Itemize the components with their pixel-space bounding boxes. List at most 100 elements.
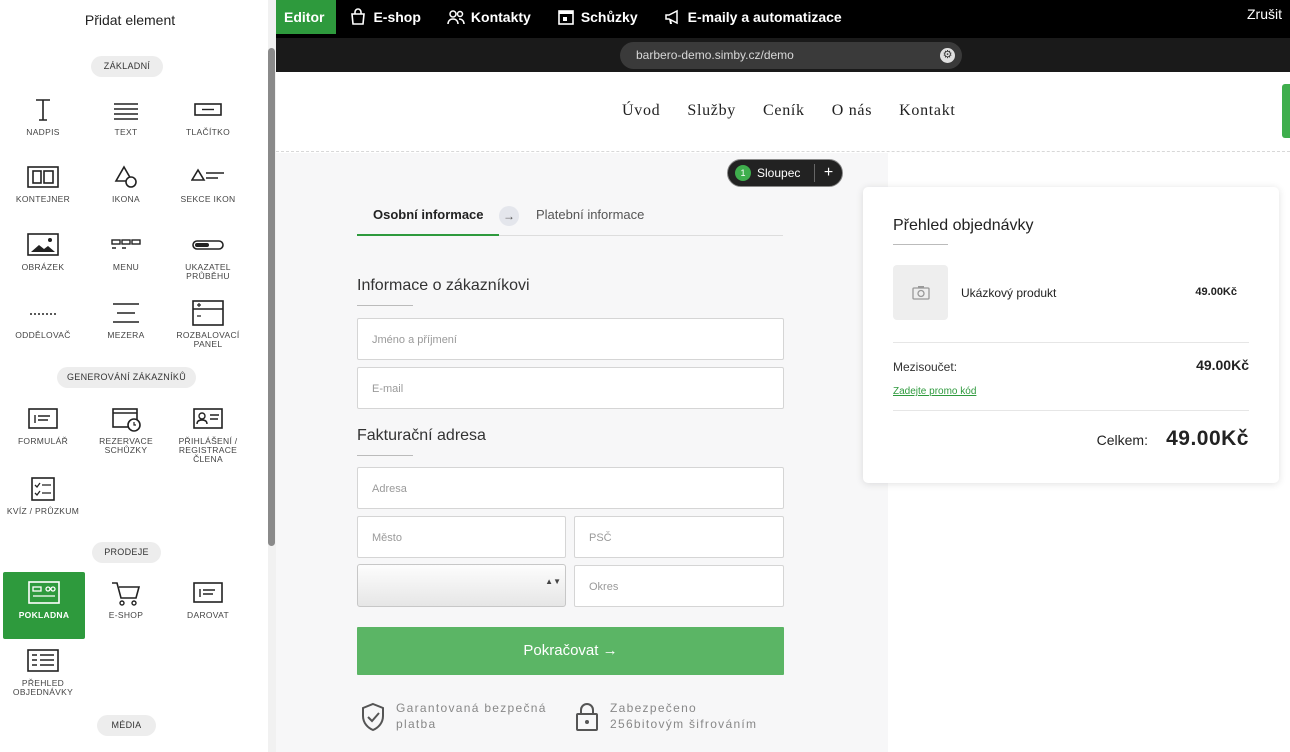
nav-link-contact[interactable]: Kontakt bbox=[899, 102, 955, 120]
shopping-cart-icon bbox=[112, 582, 141, 606]
element-label: KONTEJNER bbox=[15, 194, 71, 204]
column-number-badge: 1 bbox=[735, 165, 751, 181]
tab-contacts-label: Kontakty bbox=[470, 9, 531, 25]
booking-calendar-icon bbox=[112, 408, 141, 432]
step-personal-info[interactable]: Osobní informace bbox=[357, 204, 499, 236]
calendar-icon bbox=[558, 10, 574, 25]
url-bar: barbero-demo.simby.cz/demo ⚙ bbox=[268, 38, 1290, 72]
url-text: barbero-demo.simby.cz/demo bbox=[636, 48, 794, 62]
element-quiz[interactable]: KVÍZ / PRŮZKUM bbox=[2, 475, 84, 516]
element-button[interactable]: TLAČÍTKO bbox=[167, 96, 249, 137]
nav-link-services[interactable]: Služby bbox=[687, 102, 736, 120]
encryption-line1: Zabezpečeno bbox=[610, 701, 698, 715]
heading-icon bbox=[36, 99, 50, 121]
arrow-right-icon: → bbox=[499, 206, 519, 226]
address-field[interactable]: Adresa bbox=[357, 467, 784, 509]
product-price: 49.00Kč bbox=[1195, 286, 1237, 298]
element-label: ROZBALOVACÍ PANEL bbox=[176, 330, 240, 349]
name-field[interactable]: Jméno a příjmení bbox=[357, 318, 784, 360]
tab-editor-label: Editor bbox=[284, 9, 325, 25]
element-form[interactable]: FORMULÁŘ bbox=[2, 405, 84, 446]
element-icon[interactable]: IKONA bbox=[85, 163, 167, 204]
contacts-icon bbox=[447, 10, 465, 25]
tab-editor[interactable]: Editor bbox=[268, 0, 337, 34]
element-menu[interactable]: MENU bbox=[85, 231, 167, 272]
side-handle[interactable] bbox=[1282, 84, 1290, 138]
add-column-button[interactable]: + bbox=[814, 164, 842, 182]
accordion-icon bbox=[192, 300, 224, 326]
element-checkout[interactable]: POKLADNA bbox=[3, 572, 85, 639]
container-icon bbox=[27, 166, 59, 188]
element-progress-bar[interactable]: UKAZATEL PRŮBĚHU bbox=[167, 231, 249, 281]
tab-contacts[interactable]: Kontakty bbox=[434, 0, 544, 34]
column-pill[interactable]: 1 Sloupec + bbox=[727, 159, 843, 187]
element-container[interactable]: KONTEJNER bbox=[2, 163, 84, 204]
nav-link-home[interactable]: Úvod bbox=[622, 102, 660, 120]
tab-emails[interactable]: E-maily a automatizace bbox=[651, 0, 855, 34]
site-preview: Úvod Služby Ceník O nás Kontakt 1 Sloupe… bbox=[276, 72, 1290, 752]
shield-check-icon bbox=[362, 702, 384, 732]
element-donate[interactable]: DAROVAT bbox=[167, 579, 249, 620]
district-field[interactable]: Okres bbox=[574, 565, 784, 607]
spacer-icon bbox=[113, 303, 139, 323]
total-value: 49.00Kč bbox=[1166, 427, 1249, 450]
element-label: TEXT bbox=[114, 127, 138, 137]
trust-encryption: Zabezpečeno 256bitovým šifrováním bbox=[574, 700, 757, 732]
element-label: POKLADNA bbox=[18, 610, 70, 620]
nav-link-about[interactable]: O nás bbox=[832, 102, 872, 120]
divider bbox=[893, 410, 1249, 411]
element-label: NADPIS bbox=[26, 127, 60, 137]
element-label: PŘEHLED OBJEDNÁVKY bbox=[12, 678, 74, 697]
nav-link-pricing[interactable]: Ceník bbox=[763, 102, 805, 120]
promo-code-link[interactable]: Zadejte promo kód bbox=[893, 386, 976, 397]
zip-field[interactable]: PSČ bbox=[574, 516, 784, 558]
button-icon bbox=[194, 103, 222, 116]
continue-button[interactable]: Pokračovat → bbox=[357, 627, 784, 675]
tab-meetings[interactable]: Schůzky bbox=[544, 0, 651, 34]
step-payment-info[interactable]: Platební informace bbox=[536, 204, 644, 226]
city-field[interactable]: Město bbox=[357, 516, 566, 558]
element-label: SEKCE IKON bbox=[180, 194, 236, 204]
add-element-panel: Přidat element ZÁKLADNÍ NADPIS TEXT TLAČ… bbox=[0, 0, 276, 752]
element-spacer[interactable]: MEZERA bbox=[85, 299, 167, 340]
url-pill[interactable]: barbero-demo.simby.cz/demo ⚙ bbox=[620, 42, 962, 69]
element-booking[interactable]: REZERVACE SCHŮZKY bbox=[85, 405, 167, 455]
progress-bar-icon bbox=[192, 240, 224, 250]
element-icon-section[interactable]: SEKCE IKON bbox=[167, 163, 249, 204]
tab-meetings-label: Schůzky bbox=[580, 9, 638, 25]
member-card-icon bbox=[193, 408, 223, 429]
cancel-button[interactable]: Zrušit bbox=[1247, 6, 1282, 22]
gear-icon[interactable]: ⚙ bbox=[940, 48, 955, 63]
element-label: PŘIHLÁŠENÍ / REGISTRACE ČLENA bbox=[178, 436, 238, 464]
customer-info-heading: Informace o zákazníkovi bbox=[357, 277, 530, 294]
column-label: Sloupec bbox=[757, 166, 801, 180]
subtotal-label: Mezisoučet: bbox=[893, 360, 958, 374]
element-heading[interactable]: NADPIS bbox=[2, 96, 84, 137]
image-icon bbox=[27, 233, 59, 256]
site-navigation: Úvod Služby Ceník O nás Kontakt bbox=[276, 72, 1290, 152]
category-media: MÉDIA bbox=[97, 715, 156, 736]
icon-section-icon bbox=[191, 168, 224, 181]
heading-underline bbox=[357, 455, 413, 456]
element-divider[interactable]: ODDĚLOVAČ bbox=[2, 299, 84, 340]
element-label: MEZERA bbox=[107, 330, 145, 340]
element-member-login[interactable]: PŘIHLÁŠENÍ / REGISTRACE ČLENA bbox=[167, 405, 249, 464]
element-label: ODDĚLOVAČ bbox=[15, 330, 71, 340]
panel-scrollbar-thumb[interactable] bbox=[268, 48, 275, 546]
tab-eshop[interactable]: E-shop bbox=[336, 0, 433, 34]
billing-address-heading: Fakturační adresa bbox=[357, 427, 486, 444]
element-image[interactable]: OBRÁZEK bbox=[2, 231, 84, 272]
checkout-register-icon bbox=[28, 581, 60, 604]
element-label: UKAZATEL PRŮBĚHU bbox=[185, 262, 231, 281]
element-accordion[interactable]: ROZBALOVACÍ PANEL bbox=[167, 299, 249, 349]
select-arrows-icon: ▲▼ bbox=[545, 577, 561, 586]
element-label: KVÍZ / PRŮZKUM bbox=[6, 506, 80, 516]
email-field[interactable]: E-mail bbox=[357, 367, 784, 409]
element-order-summary[interactable]: PŘEHLED OBJEDNÁVKY bbox=[2, 647, 84, 697]
country-select[interactable]: ▲▼ bbox=[357, 564, 566, 607]
element-eshop[interactable]: E-SHOP bbox=[85, 579, 167, 620]
element-text[interactable]: TEXT bbox=[85, 96, 167, 137]
menu-icon bbox=[111, 239, 141, 249]
checkout-steps: Osobní informace → Platební informace bbox=[357, 204, 783, 236]
category-sales: PRODEJE bbox=[92, 542, 161, 563]
